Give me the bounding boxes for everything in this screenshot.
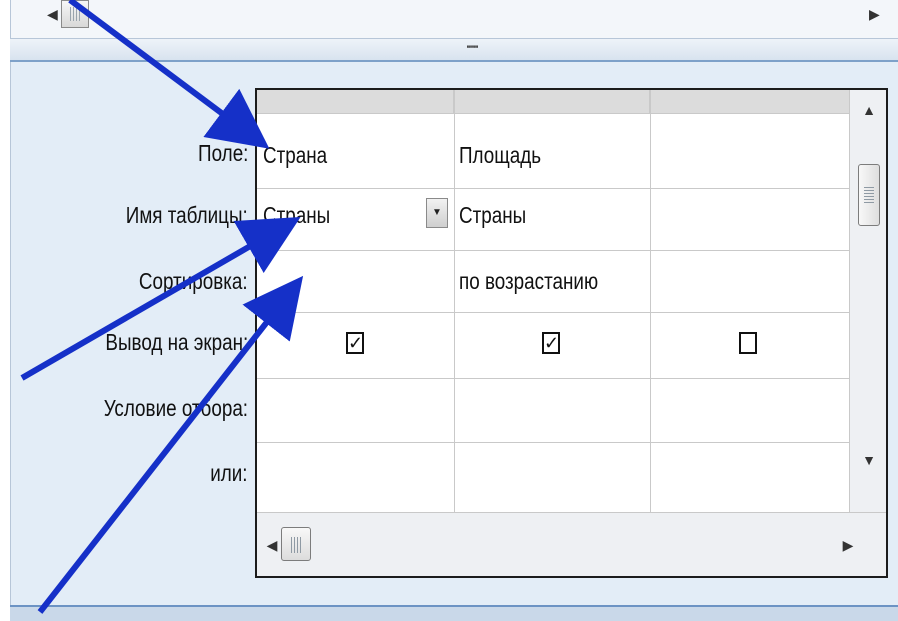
show-checkbox-1[interactable]: ✓ xyxy=(346,332,364,354)
grid-row-divider xyxy=(257,312,849,313)
grid-row-divider xyxy=(257,188,849,189)
table-cell-1[interactable]: Страны xyxy=(263,200,330,230)
row-label-criteria: Условие отбора: xyxy=(103,395,248,421)
grid-column-divider xyxy=(454,90,455,512)
field-cell-2[interactable]: Площадь xyxy=(459,140,541,170)
grid-row-divider xyxy=(257,378,849,379)
panel-bottom-border xyxy=(10,605,898,621)
row-label-table: Имя таблицы: xyxy=(126,202,248,228)
or-cell-3[interactable] xyxy=(655,462,803,492)
field-cell-1[interactable]: Страна xyxy=(263,140,327,170)
sort-cell-2[interactable]: по возрастанию xyxy=(459,266,598,296)
show-checkbox-2[interactable]: ✓ xyxy=(542,332,560,354)
grid-column-divider xyxy=(650,90,651,512)
vertical-scrollbar[interactable]: ▲ ▼ xyxy=(849,90,886,512)
criteria-cell-3[interactable] xyxy=(655,396,803,426)
top-hscroll-thumb[interactable] xyxy=(61,0,89,28)
row-label-field: Поле: xyxy=(197,140,248,166)
grid-column-selectors xyxy=(257,90,849,114)
scroll-left-icon[interactable]: ◀ xyxy=(47,4,58,24)
or-cell-2[interactable] xyxy=(459,462,607,492)
criteria-cell-1[interactable] xyxy=(263,396,411,426)
vertical-scroll-thumb[interactable] xyxy=(858,164,880,226)
row-label-sort: Сортировка: xyxy=(139,268,248,294)
or-cell-1[interactable] xyxy=(263,462,411,492)
column-selector-1[interactable] xyxy=(257,90,454,114)
pane-splitter[interactable]: '''''''''' xyxy=(10,38,898,62)
grid-row-divider xyxy=(257,442,849,443)
chevron-down-icon[interactable]: ▼ xyxy=(426,198,448,228)
criteria-cell-2[interactable] xyxy=(459,396,607,426)
arrow-left-icon[interactable]: ◀ xyxy=(265,533,279,557)
row-label-or: или: xyxy=(210,460,248,486)
grid-row-divider xyxy=(257,250,849,251)
arrow-up-icon[interactable]: ▲ xyxy=(860,100,878,120)
column-selector-2[interactable] xyxy=(454,90,650,114)
splitter-grip[interactable]: '''''''''' xyxy=(437,43,507,57)
horizontal-scrollbar[interactable]: ◀ ▶ xyxy=(257,512,886,576)
table-cell-2[interactable]: Страны xyxy=(459,200,526,230)
arrow-right-icon[interactable]: ▶ xyxy=(841,533,855,557)
arrow-down-icon[interactable]: ▼ xyxy=(860,450,878,470)
show-checkbox-3[interactable] xyxy=(739,332,757,354)
column-selector-3[interactable] xyxy=(650,90,849,114)
scroll-right-icon[interactable]: ▶ xyxy=(869,4,880,24)
table-view-strip: ◀ ▶ xyxy=(10,0,898,38)
design-grid: Страна Площадь Страны ▼ Страны по возрас… xyxy=(255,88,888,578)
horizontal-scroll-thumb[interactable] xyxy=(281,527,311,561)
row-label-show: Вывод на экран: xyxy=(105,329,248,355)
